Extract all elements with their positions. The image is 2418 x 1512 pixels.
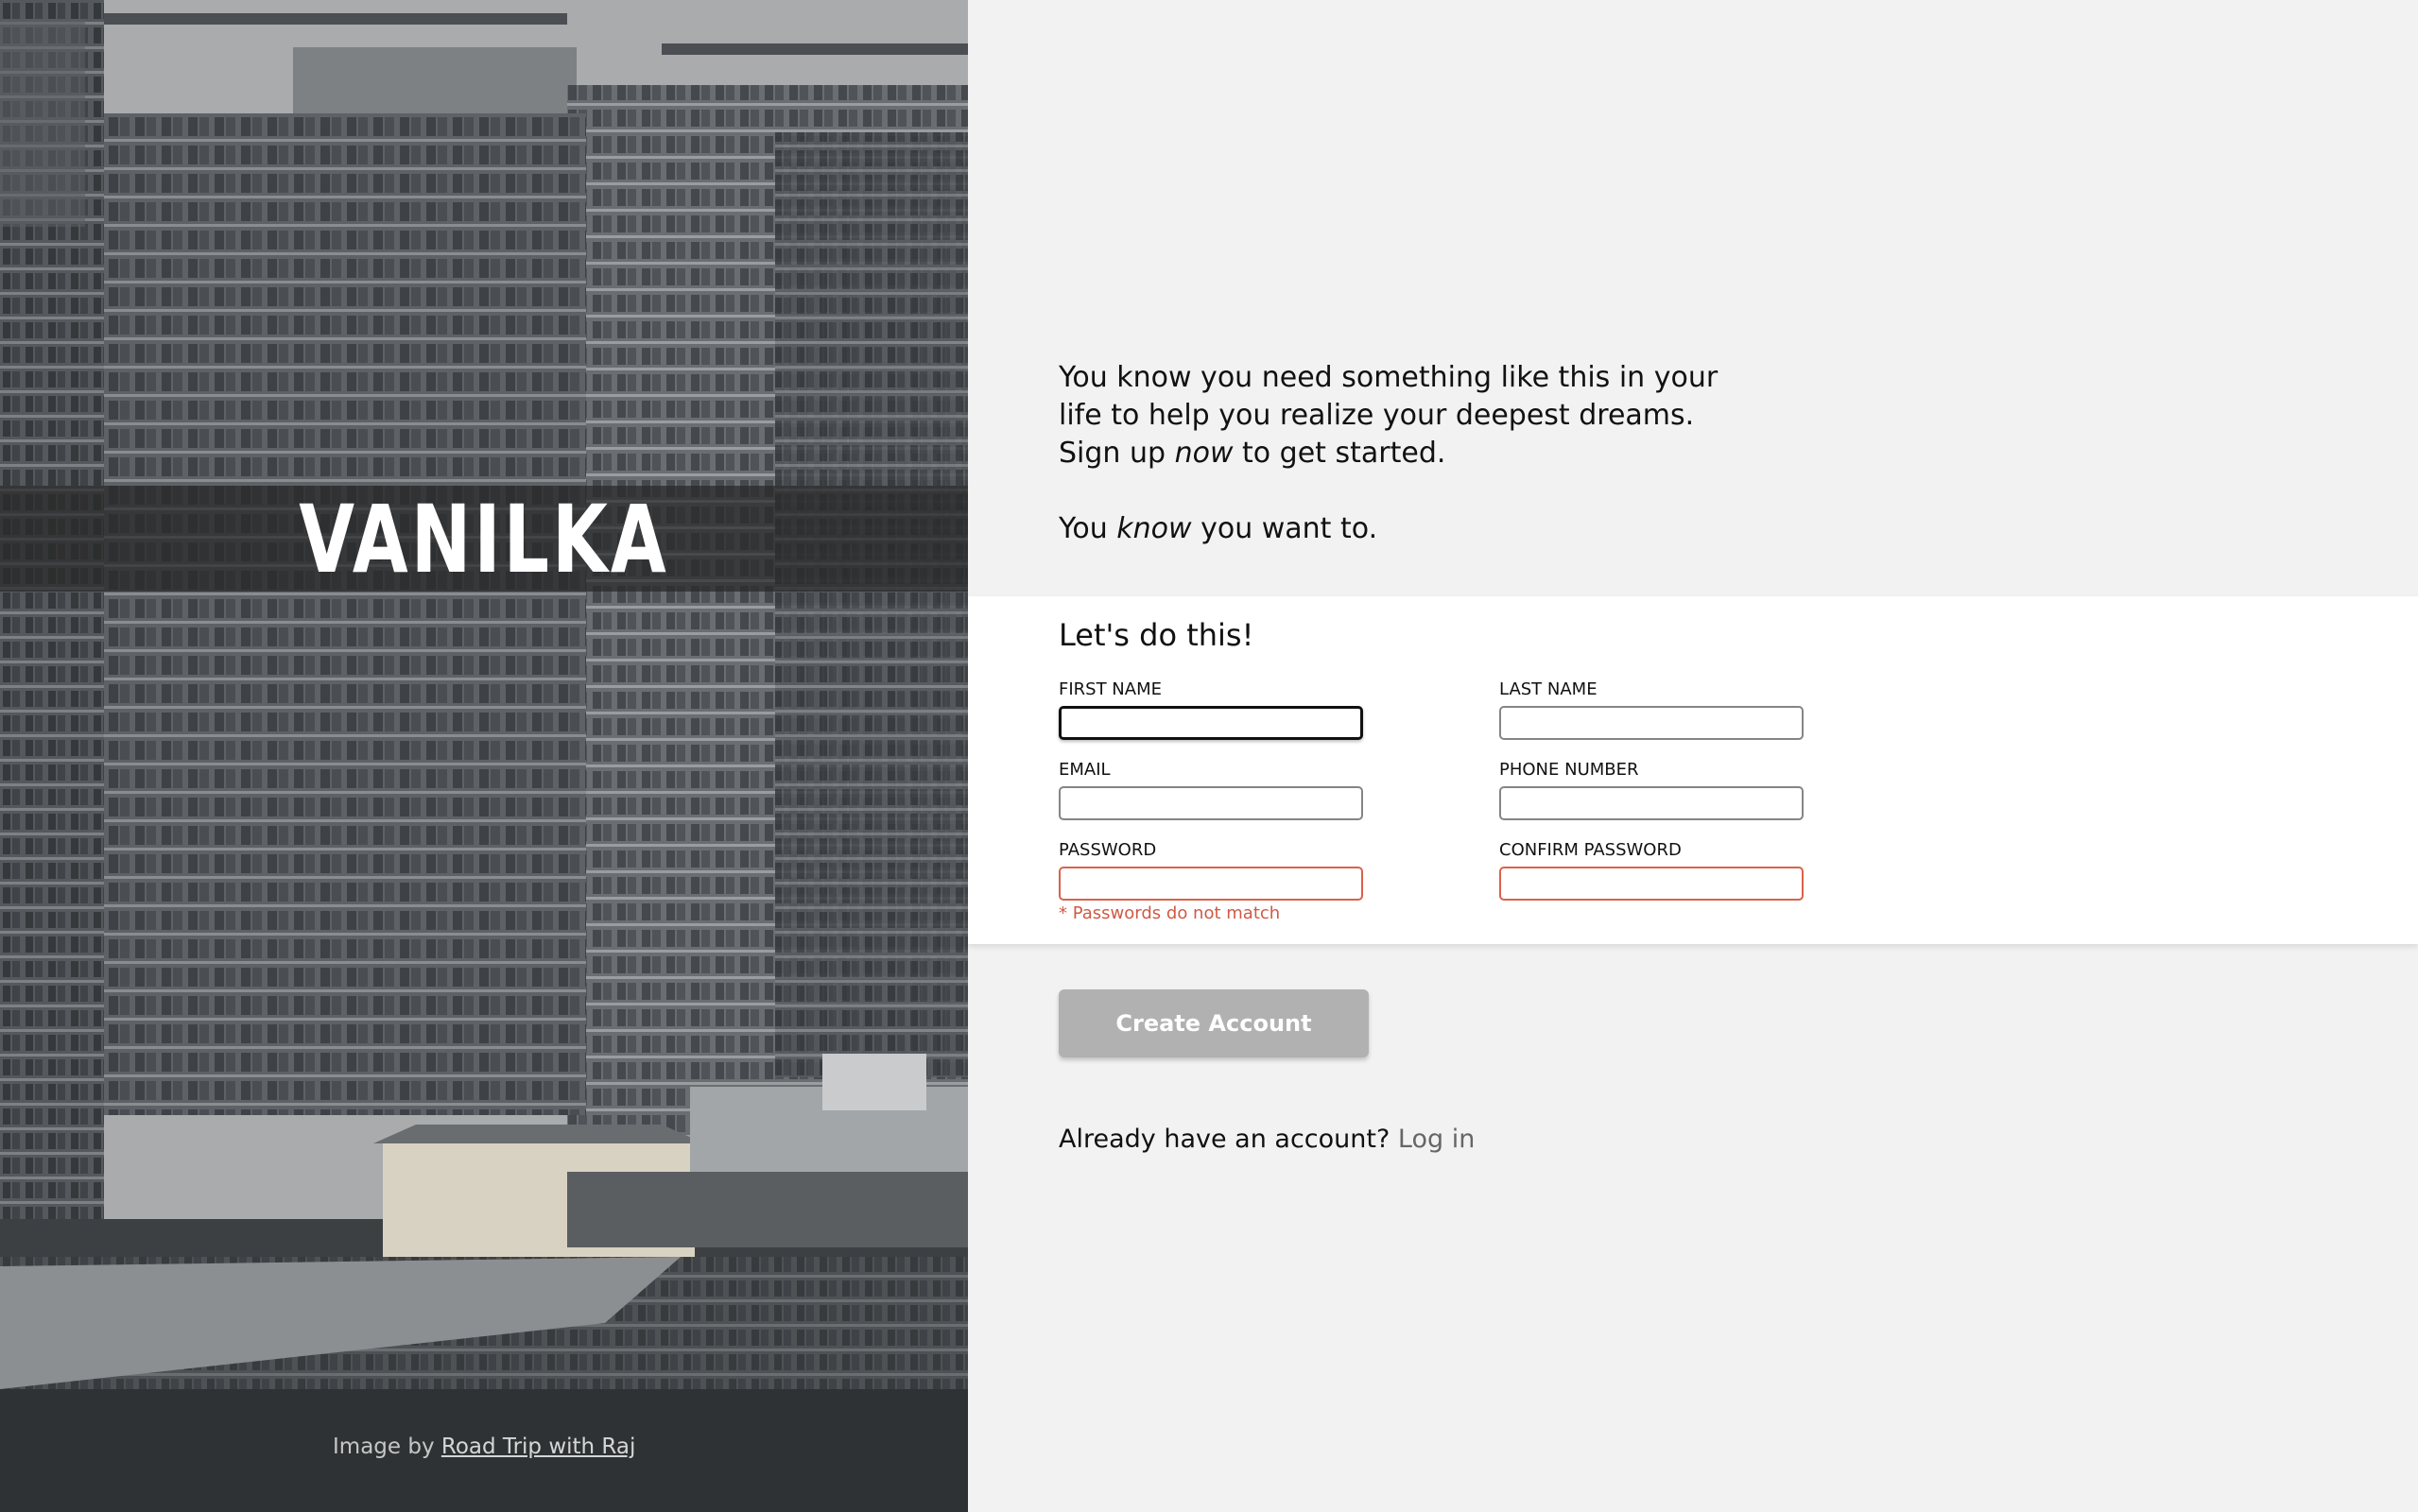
intro-line-2-start: Sign up: [1059, 437, 1166, 470]
intro-tagline: You know you want to.: [1059, 510, 1739, 548]
intro-paragraph: You know you need something like this in…: [1059, 359, 1739, 472]
confirm-password-label: CONFIRM PASSWORD: [1499, 840, 1682, 860]
first-name-label: FIRST NAME: [1059, 679, 1162, 699]
password-input[interactable]: [1059, 867, 1363, 901]
phone-label: PHONE NUMBER: [1499, 760, 1639, 780]
last-name-input[interactable]: [1499, 706, 1804, 740]
login-prompt: Already have an account? Log in: [1059, 1125, 1475, 1154]
email-input[interactable]: [1059, 786, 1363, 820]
signup-form: Let's do this! FIRST NAME LAST NAME EMAI…: [968, 596, 2418, 944]
email-group: EMAIL: [1059, 760, 1363, 820]
password-label: PASSWORD: [1059, 840, 1157, 860]
credit-link[interactable]: Road Trip with Raj: [441, 1435, 636, 1459]
email-label: EMAIL: [1059, 760, 1111, 780]
phone-input[interactable]: [1499, 786, 1804, 820]
tagline-start: You: [1059, 512, 1108, 545]
intro-copy: You know you need something like this in…: [1059, 359, 1739, 548]
tagline-end: you want to.: [1200, 512, 1378, 545]
image-credit: Image by Road Trip with Raj: [333, 1435, 635, 1459]
login-prompt-text: Already have an account?: [1059, 1125, 1390, 1154]
login-link[interactable]: Log in: [1398, 1125, 1475, 1154]
brand-logo: VANILKA: [299, 484, 669, 593]
password-group: PASSWORD: [1059, 840, 1363, 901]
first-name-group: FIRST NAME: [1059, 679, 1363, 740]
confirm-password-input[interactable]: [1499, 867, 1804, 901]
hero-panel: VANILKA Image by Road Trip with Raj: [0, 0, 968, 1512]
tagline-emphasis-know: know: [1116, 512, 1192, 545]
intro-emphasis-now: now: [1174, 437, 1234, 470]
form-heading: Let's do this!: [1059, 617, 1254, 653]
confirm-password-group: CONFIRM PASSWORD: [1499, 840, 1804, 901]
create-account-button[interactable]: Create Account: [1059, 989, 1369, 1057]
last-name-group: LAST NAME: [1499, 679, 1804, 740]
last-name-label: LAST NAME: [1499, 679, 1598, 699]
credit-prefix: Image by: [333, 1435, 435, 1459]
password-mismatch-error: * Passwords do not match: [1059, 903, 1281, 923]
building-photo: [0, 0, 968, 1512]
phone-group: PHONE NUMBER: [1499, 760, 1804, 820]
intro-line-2-end: to get started.: [1242, 437, 1446, 470]
intro-line-1: You know you need something like this in…: [1059, 361, 1719, 432]
first-name-input[interactable]: [1059, 706, 1363, 740]
